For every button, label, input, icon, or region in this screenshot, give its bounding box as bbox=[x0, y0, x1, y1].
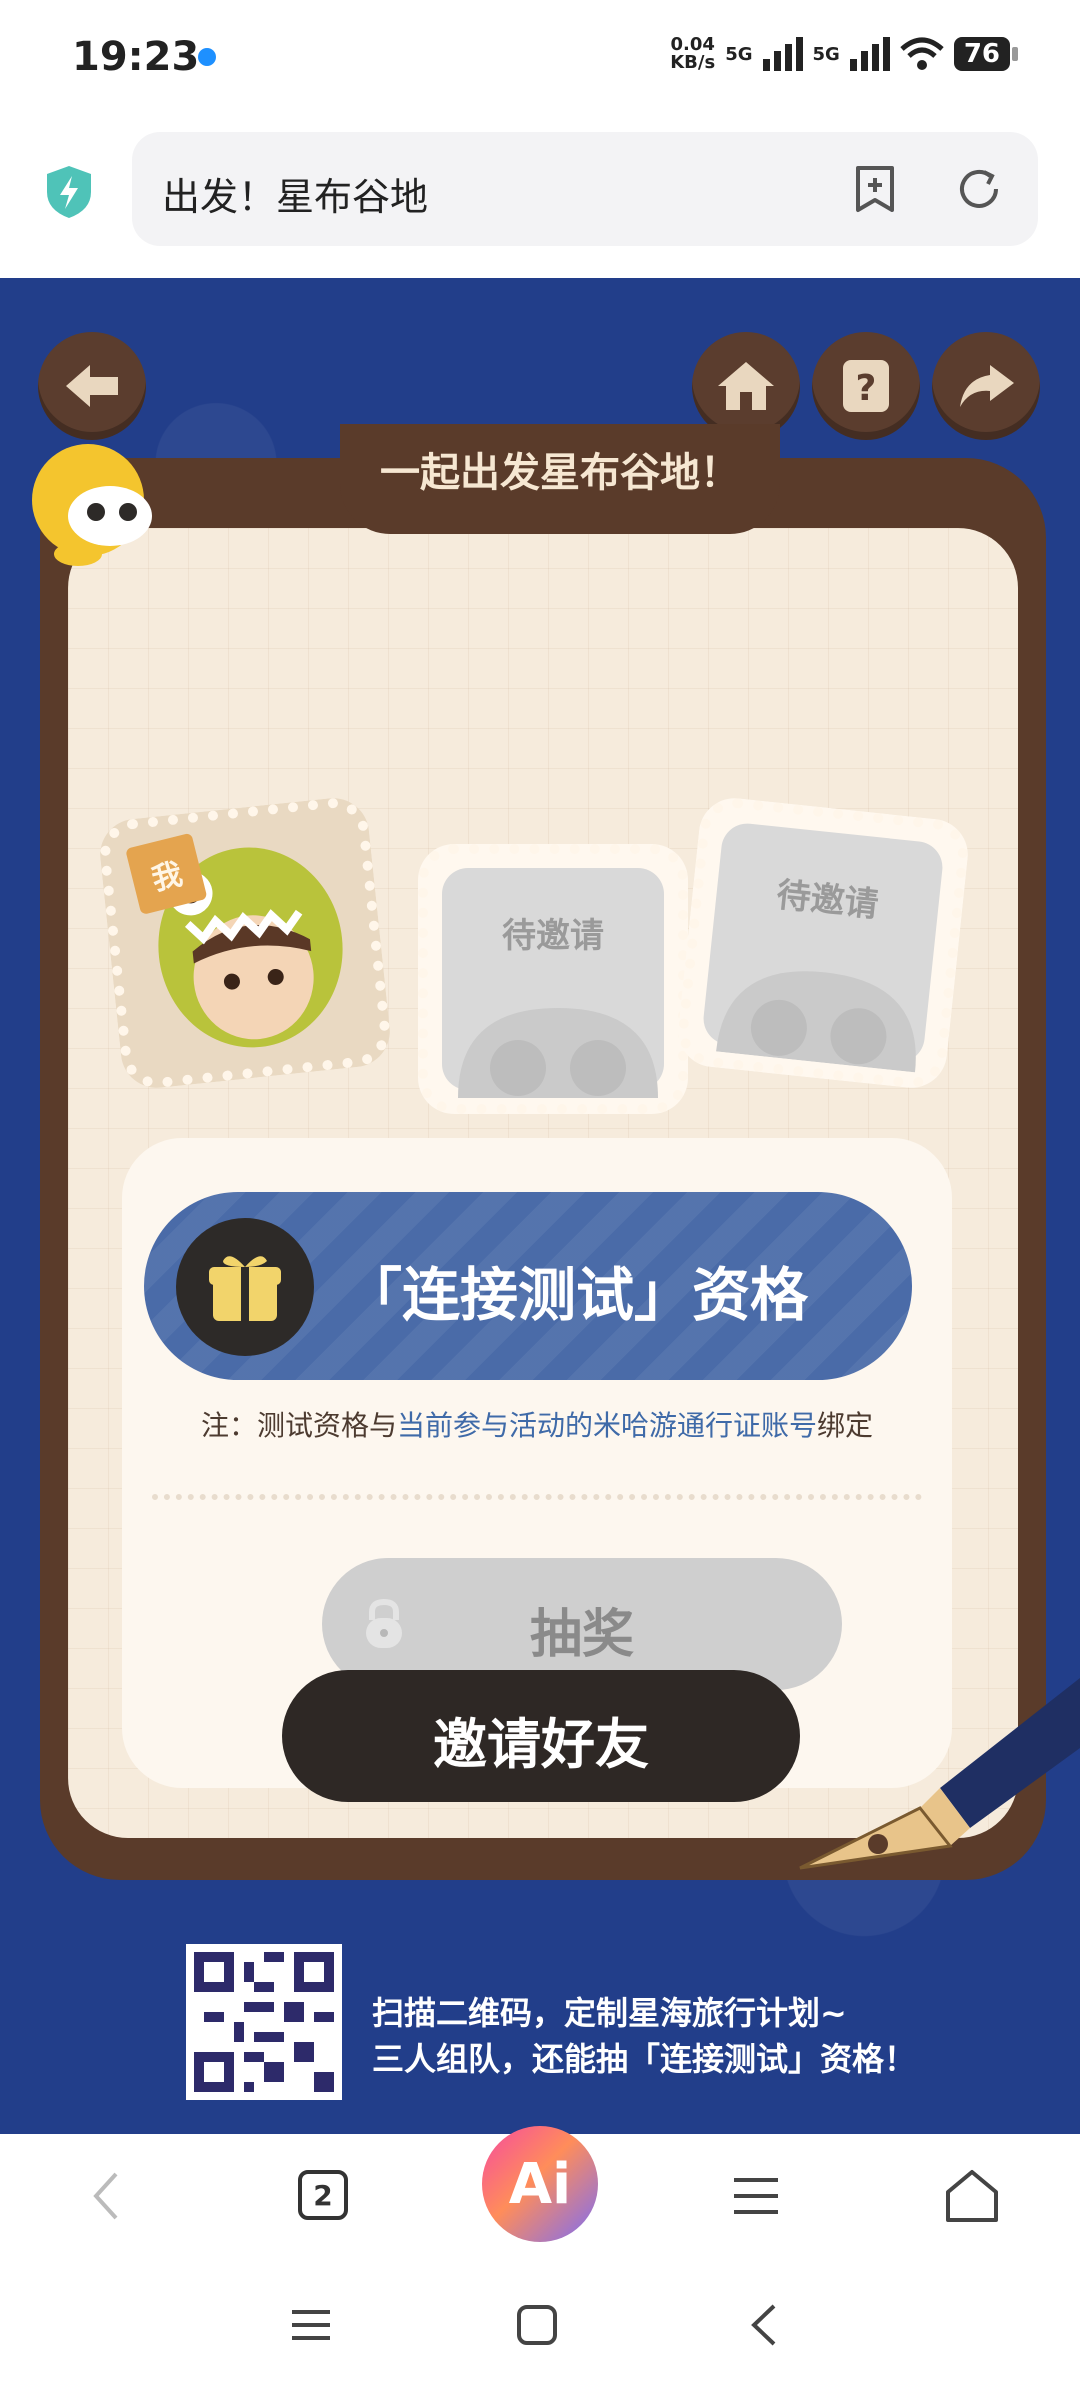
lion-mascot-icon bbox=[32, 444, 152, 566]
page-title: 出发！星布谷地 bbox=[162, 175, 429, 219]
system-nav-bar bbox=[0, 2262, 1080, 2400]
sim1-type: 5G bbox=[725, 43, 753, 65]
net-speed: 0.04 KB/s bbox=[670, 36, 715, 72]
qr-code-icon bbox=[194, 1952, 334, 2092]
note-prefix: 注：测试资格与 bbox=[200, 1409, 397, 1442]
browser-bottom-bar: 2 Ai bbox=[0, 2126, 1080, 2262]
my-avatar-slot: 我 bbox=[96, 794, 394, 1092]
tabs-button[interactable]: 2 bbox=[298, 2170, 348, 2220]
draw-button-label: 抽奖 bbox=[529, 1605, 634, 1665]
invite-slot-3[interactable]: 待邀请 bbox=[674, 794, 972, 1092]
invite-slot-label: 待邀请 bbox=[774, 875, 881, 926]
status-indicators: 0.04 KB/s 5G 5G 76 bbox=[670, 36, 1019, 72]
placeholder-character-icon bbox=[716, 971, 916, 1073]
invite-friends-button[interactable]: 邀请好友 bbox=[282, 1670, 800, 1802]
event-page: ? 一起出发星布谷地！ 我 待邀请 待邀请 「连接测试」资格 注：测试资格与当前… bbox=[0, 278, 1080, 2134]
card-header-title: 一起出发星布谷地！ bbox=[380, 450, 740, 496]
invite-friends-label: 邀请好友 bbox=[433, 1713, 649, 1776]
help-nav-button[interactable]: ? bbox=[812, 332, 920, 440]
recent-apps-icon[interactable] bbox=[288, 2302, 334, 2348]
sim2-type: 5G bbox=[812, 43, 840, 65]
battery-icon: 76 bbox=[953, 37, 1019, 71]
net-speed-unit: KB/s bbox=[670, 52, 716, 73]
signal-icon bbox=[762, 37, 803, 71]
share-arrow-icon bbox=[960, 365, 1014, 407]
share-nav-button[interactable] bbox=[932, 332, 1040, 440]
dotted-divider bbox=[152, 1494, 922, 1500]
security-shield-icon[interactable] bbox=[44, 164, 94, 220]
status-time: 19:23 bbox=[72, 34, 200, 80]
note-highlight: 当前参与活动的米哈游通行证账号 bbox=[396, 1409, 817, 1442]
binding-note: 注：测试资格与当前参与活动的米哈游通行证账号绑定 bbox=[122, 1404, 952, 1444]
home-square-icon[interactable] bbox=[514, 2302, 560, 2348]
home-icon[interactable] bbox=[944, 2166, 1000, 2226]
qualification-title: 「连接测试」资格 bbox=[344, 1261, 809, 1329]
card-header-ribbon: 一起出发星布谷地！ bbox=[340, 424, 780, 534]
note-suffix: 绑定 bbox=[817, 1409, 874, 1442]
address-bar[interactable]: 出发！星布谷地 bbox=[132, 132, 1038, 246]
qualification-banner: 「连接测试」资格 bbox=[144, 1192, 912, 1380]
invite-slot-label: 待邀请 bbox=[502, 916, 604, 956]
ai-assistant-button[interactable]: Ai bbox=[482, 2126, 598, 2242]
home-icon bbox=[718, 362, 774, 410]
qr-caption-line1: 扫描二维码，定制星海旅行计划~ bbox=[372, 1994, 847, 2032]
status-bar: 19:23 0.04 KB/s 5G 5G 76 bbox=[0, 0, 1080, 120]
reload-icon[interactable] bbox=[952, 162, 1006, 216]
back-icon[interactable] bbox=[86, 2166, 126, 2226]
browser-address-row: 出发！星布谷地 bbox=[0, 120, 1080, 280]
invite-slot-placeholder: 待邀请 bbox=[701, 821, 945, 1073]
notification-icon bbox=[198, 48, 216, 66]
wifi-icon bbox=[900, 37, 944, 70]
placeholder-character-icon bbox=[458, 1008, 658, 1098]
back-nav-button[interactable] bbox=[38, 332, 146, 440]
gift-icon bbox=[176, 1218, 314, 1356]
qr-caption-line2: 三人组队，还能抽「连接测试」资格！ bbox=[372, 2040, 917, 2078]
fountain-pen-icon bbox=[799, 1678, 1080, 1870]
question-icon: ? bbox=[843, 360, 889, 412]
invite-slot-2[interactable]: 待邀请 bbox=[418, 844, 688, 1114]
invite-slot-placeholder: 待邀请 bbox=[442, 868, 664, 1098]
arrow-left-icon bbox=[66, 365, 118, 407]
team-card: 一起出发星布谷地！ 我 待邀请 待邀请 「连接测试」资格 注：测试资格与当前参与… bbox=[40, 424, 1046, 1880]
qr-code[interactable] bbox=[186, 1944, 342, 2100]
back-chevron-icon[interactable] bbox=[742, 2302, 788, 2348]
svg-text:?: ? bbox=[856, 368, 877, 409]
signal-icon bbox=[849, 37, 890, 71]
menu-icon[interactable] bbox=[730, 2166, 782, 2226]
bookmark-add-icon[interactable] bbox=[848, 162, 902, 216]
